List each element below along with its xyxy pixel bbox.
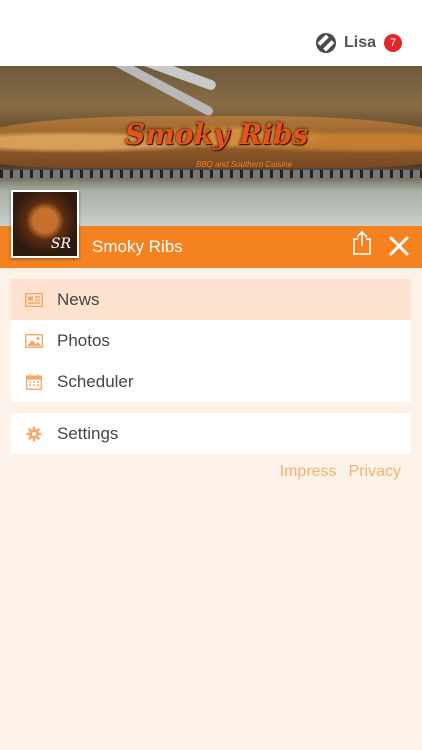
share-icon[interactable] <box>351 230 373 256</box>
news-icon <box>25 292 43 308</box>
shop-avatar: SR <box>11 190 79 258</box>
close-icon[interactable] <box>388 235 410 257</box>
menu-item-scheduler[interactable]: Scheduler <box>11 361 411 402</box>
brand-logo-text: Smoky Ribs <box>125 118 309 151</box>
user-status-icon <box>315 33 336 53</box>
menu-item-news[interactable]: News <box>11 279 411 320</box>
menu-item-label: News <box>57 289 100 309</box>
menu-item-label: Scheduler <box>57 371 134 391</box>
menu-item-photos[interactable]: Photos <box>11 320 411 361</box>
menu-item-label: Settings <box>57 423 119 443</box>
menu-item-settings[interactable]: Settings <box>11 413 411 454</box>
privacy-link[interactable]: Privacy <box>349 463 401 481</box>
user-name: Lisa <box>343 34 376 51</box>
main-menu: News Photos Scheduler <box>11 279 411 402</box>
shop-name: Smoky Ribs <box>92 237 183 256</box>
shop-avatar-initials: SR <box>50 236 71 252</box>
menu-item-label: Photos <box>57 330 110 350</box>
calendar-icon <box>25 374 43 390</box>
photo-icon <box>25 333 43 349</box>
footer-links: Impress Privacy <box>280 463 401 481</box>
gear-icon <box>25 426 43 442</box>
top-bar: Lisa 7 <box>0 0 422 66</box>
grill-grate <box>0 170 422 178</box>
impress-link[interactable]: Impress <box>280 463 337 481</box>
notification-badge: 7 <box>384 34 402 52</box>
brand-logo-subtitle: BBQ and Southern Cuisine <box>196 160 293 169</box>
user-menu[interactable]: Lisa 7 <box>315 33 402 53</box>
settings-menu: Settings <box>11 413 411 454</box>
